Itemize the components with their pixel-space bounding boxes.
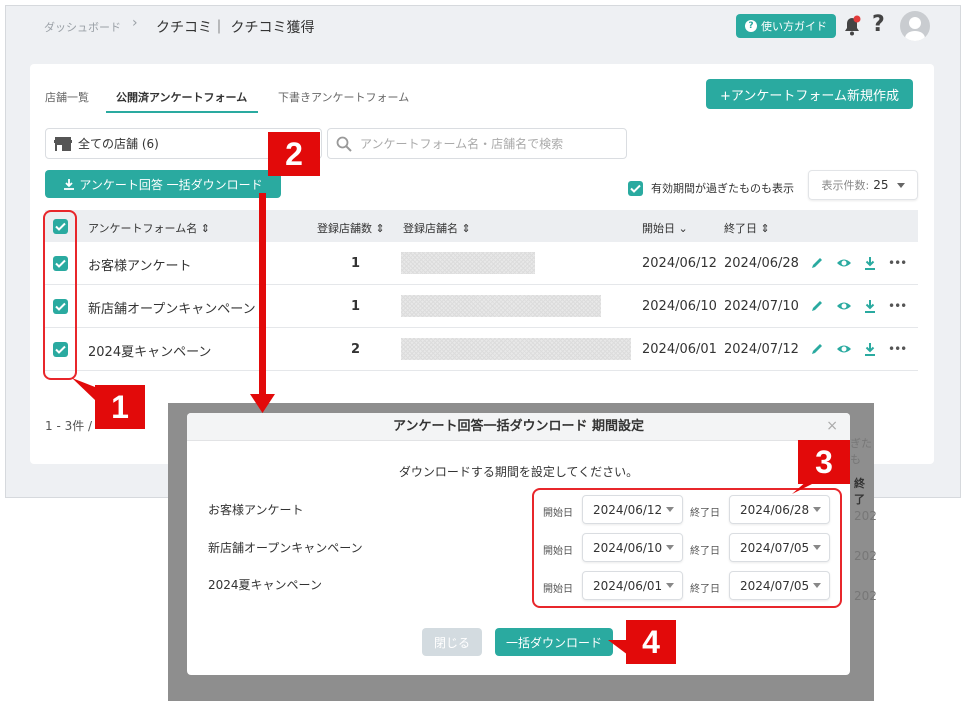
background-text-fragment: ぎたも	[850, 437, 872, 466]
close-button[interactable]: 閉じる	[422, 628, 482, 656]
annotation-frame-dates	[532, 488, 842, 608]
per-page-label: 表示件数:	[821, 179, 870, 192]
bulk-download-confirm-button[interactable]: 一括ダウンロード	[495, 628, 613, 656]
show-expired-label: 有効期間が過ぎたものも表示	[651, 182, 794, 195]
row-form-name[interactable]: お客様アンケート	[88, 255, 191, 274]
close-icon[interactable]: ×	[826, 418, 838, 434]
bell-icon[interactable]	[842, 15, 862, 37]
checkbox-checked-icon	[628, 180, 643, 196]
page-title: クチコミ｜ クチコミ獲得	[156, 20, 315, 36]
dialog-form-name: 2024夏キャンペーン	[208, 578, 322, 592]
eye-icon[interactable]	[836, 342, 852, 356]
eye-icon[interactable]	[836, 299, 852, 313]
edit-icon[interactable]	[810, 256, 824, 270]
top-header: ダッシュボード › クチコミ｜ クチコミ獲得 ? 使い方ガイド ?	[6, 6, 960, 46]
table-row[interactable]: 新店舗オープンキャンペーン 1 2024/06/10 2024/07/10 ••…	[45, 285, 918, 328]
table-header: アンケートフォーム名 ⇕ 登録店舗数 ⇕ 登録店舗名 ⇕ 開始日 ⌄ 終了日 ⇕	[45, 210, 918, 242]
step-4-badge: 4	[626, 620, 676, 664]
redacted-store-names	[401, 295, 601, 317]
step-3-badge: 3	[798, 440, 850, 484]
search-input[interactable]: アンケートフォーム名・店舗名で検索	[327, 128, 627, 159]
row-actions: •••	[810, 342, 907, 356]
row-start-date: 2024/06/01	[642, 342, 717, 357]
help-icon[interactable]: ?	[872, 12, 885, 37]
per-page-value: 25	[873, 178, 889, 192]
col-start-date[interactable]: 開始日 ⌄	[642, 220, 688, 236]
dialog-title: アンケート回答一括ダウンロード 期間設定	[187, 413, 850, 441]
row-end-date: 2024/07/10	[724, 299, 799, 314]
show-expired-checkbox[interactable]: 有効期間が過ぎたものも表示	[628, 180, 794, 196]
breadcrumb-dashboard[interactable]: ダッシュボード	[44, 19, 121, 35]
question-circle-icon: ?	[745, 20, 757, 32]
dialog-message: ダウンロードする期間を設定してください。	[398, 465, 639, 479]
new-form-button[interactable]: +アンケートフォーム新規作成	[706, 79, 913, 109]
row-form-name[interactable]: 2024夏キャンペーン	[88, 341, 211, 360]
row-end-date: 2024/06/28	[724, 256, 799, 271]
download-icon[interactable]	[864, 256, 876, 270]
col-store-names[interactable]: 登録店舗名 ⇕	[403, 220, 471, 236]
col-end-date[interactable]: 終了日 ⇕	[724, 220, 770, 236]
more-icon[interactable]: •••	[888, 256, 907, 270]
store-select-value: 全ての店舗 (6)	[78, 137, 159, 151]
download-icon	[64, 179, 75, 190]
eye-icon[interactable]	[836, 256, 852, 270]
sort-icon: ⇕	[760, 222, 770, 235]
row-actions: •••	[810, 256, 907, 270]
bulk-download-label: アンケート回答 一括ダウンロード	[79, 177, 263, 192]
tab-store-list[interactable]: 店舗一覧	[45, 89, 89, 105]
sort-icon: ⇕	[375, 222, 385, 235]
row-store-count: 1	[351, 299, 361, 314]
more-icon[interactable]: •••	[888, 342, 907, 356]
redacted-store-names	[401, 338, 631, 360]
search-icon	[336, 136, 352, 152]
annotation-frame-checkboxes	[43, 210, 77, 380]
col-store-count[interactable]: 登録店舗数 ⇕	[317, 220, 385, 236]
active-tab-indicator	[106, 111, 258, 113]
store-icon	[54, 136, 72, 151]
background-text-fragment: 202	[854, 549, 877, 563]
edit-icon[interactable]	[810, 299, 824, 313]
row-start-date: 2024/06/10	[642, 299, 717, 314]
dialog-form-name: 新店舗オープンキャンペーン	[208, 541, 363, 555]
download-icon[interactable]	[864, 342, 876, 356]
avatar[interactable]	[900, 11, 930, 41]
redacted-store-names	[401, 252, 535, 274]
edit-icon[interactable]	[810, 342, 824, 356]
step-1-badge: 1	[95, 385, 145, 429]
table-row[interactable]: お客様アンケート 1 2024/06/12 2024/06/28 •••	[45, 242, 918, 285]
col-form-name[interactable]: アンケートフォーム名 ⇕	[88, 220, 210, 236]
download-icon[interactable]	[864, 299, 876, 313]
guide-button[interactable]: ? 使い方ガイド	[736, 14, 836, 38]
row-end-date: 2024/07/12	[724, 342, 799, 357]
tab-draft-forms[interactable]: 下書きアンケートフォーム	[278, 89, 409, 105]
row-actions: •••	[810, 299, 907, 313]
background-text-fragment: 202	[854, 509, 877, 523]
dialog-form-name: お客様アンケート	[208, 503, 304, 517]
search-placeholder: アンケートフォーム名・店舗名で検索	[360, 137, 564, 151]
more-icon[interactable]: •••	[888, 299, 907, 313]
breadcrumb-separator: ›	[132, 15, 138, 31]
background-text-fragment: 終了	[854, 477, 865, 506]
chevron-down-icon	[896, 182, 905, 188]
row-start-date: 2024/06/12	[642, 256, 717, 271]
row-store-count: 1	[351, 256, 361, 271]
per-page-select[interactable]: 表示件数: 25	[808, 170, 918, 200]
row-form-name[interactable]: 新店舗オープンキャンペーン	[88, 298, 256, 317]
pagination-text: 1 - 3件 /	[45, 419, 93, 433]
sort-icon: ⇕	[200, 222, 210, 235]
sort-icon: ⇕	[461, 222, 471, 235]
background-text-fragment: 202	[854, 589, 877, 603]
guide-button-label: 使い方ガイド	[761, 20, 827, 33]
bulk-download-button[interactable]: アンケート回答 一括ダウンロード	[45, 170, 281, 198]
tab-published-forms[interactable]: 公開済アンケートフォーム	[116, 89, 247, 105]
step-2-badge: 2	[268, 132, 320, 176]
table-row[interactable]: 2024夏キャンペーン 2 2024/06/01 2024/07/12 •••	[45, 328, 918, 371]
row-store-count: 2	[351, 342, 361, 357]
sort-desc-icon: ⌄	[678, 222, 688, 235]
